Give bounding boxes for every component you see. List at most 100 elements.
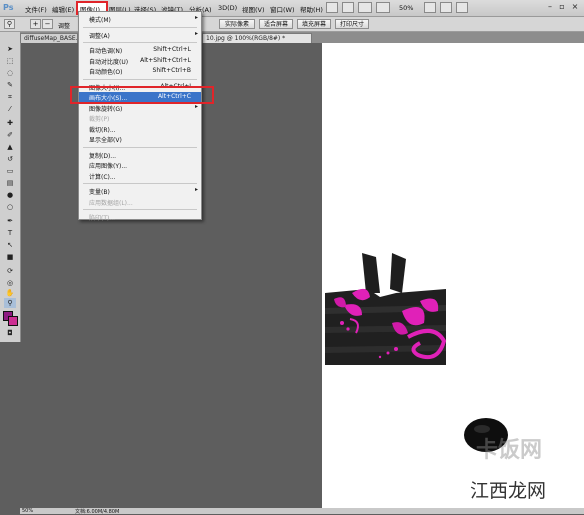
menu-separator — [83, 26, 197, 28]
image-menu-dropdown: 模式(M) ▸ 调整(A) ▸ 自动色调(N) Shift+Ctrl+L 自动对比度(U) A… — [78, 11, 202, 222]
3d-rotate-icon[interactable]: ⟳ — [4, 266, 16, 276]
brush-tool-icon[interactable]: ✐ — [4, 130, 16, 140]
actual-pixels-button[interactable]: 实际像素 — [219, 19, 255, 29]
resize-windows-label[interactable]: 调整 — [58, 21, 70, 30]
menu-file[interactable]: 文件(F) — [25, 4, 47, 14]
move-tool-icon[interactable]: ➤ — [4, 44, 16, 54]
menu-item-label: 变量(B) — [89, 189, 110, 196]
print-size-button[interactable]: 打印尺寸 — [335, 19, 369, 29]
menu-item-label: 应用数据组(L)... — [89, 199, 133, 207]
minimize-icon[interactable]: – — [545, 2, 555, 12]
blur-tool-icon[interactable]: ● — [4, 190, 16, 200]
zoom-out-icon[interactable]: − — [42, 19, 53, 29]
eyedropper-icon[interactable]: ⁄ — [4, 104, 16, 114]
crop-tool-icon[interactable]: ⌗ — [4, 92, 16, 102]
zoom-in-icon[interactable]: + — [30, 19, 41, 29]
fill-screen-button[interactable]: 填充屏幕 — [297, 19, 331, 29]
image-menu-item[interactable]: 裁切(R)... — [79, 124, 201, 134]
3d-orbit-icon[interactable]: ◎ — [4, 278, 16, 288]
dodge-tool-icon[interactable]: ○ — [4, 202, 16, 212]
image-menu-item[interactable]: 计算(C)... — [79, 171, 201, 181]
quick-select-icon[interactable]: ✎ — [4, 80, 16, 90]
tab-current-image[interactable]: 10.jpg @ 100%(RGB/8#) * — [202, 33, 312, 43]
close-icon[interactable]: × — [570, 2, 580, 12]
menu-item-label: 显示全部(V) — [89, 137, 122, 144]
menu-separator — [83, 146, 197, 148]
menu-item-label: 陷印(T)... — [89, 215, 116, 222]
image-menu-item[interactable]: 调整(A) ▸ — [79, 30, 201, 40]
hand-tool-button[interactable] — [424, 2, 436, 13]
shape-tool-icon[interactable]: ■ — [4, 252, 16, 262]
submenu-arrow-icon: ▸ — [194, 14, 198, 21]
menu-item-label: 复制(D)... — [89, 152, 117, 160]
image-menu-item[interactable]: 变量(B) ▸ — [79, 186, 201, 196]
canvas-size-highlight — [70, 86, 214, 104]
screen-mode-button[interactable] — [376, 2, 390, 13]
menu-item-label: 调整(A) — [89, 32, 110, 40]
bridge-button[interactable] — [326, 2, 338, 13]
arrange-button[interactable] — [358, 2, 372, 13]
image-menu-item[interactable]: 自动对比度(U) Alt+Shift+Ctrl+L — [79, 56, 201, 66]
image-menu-item[interactable]: 自动颜色(O) Shift+Ctrl+B — [79, 66, 201, 76]
rotate-view-button[interactable] — [456, 2, 468, 13]
menu-item-label: 裁剪(P) — [89, 116, 110, 123]
zoom-tool-icon[interactable]: ⚲ — [4, 19, 15, 29]
hand-tool-icon[interactable]: ✋ — [4, 288, 16, 298]
menu-item-label: 图像旋转(G) — [89, 105, 123, 113]
tab-diffusemap[interactable]: diffuseMap_BASE.d — [20, 33, 78, 43]
menu-3d[interactable]: 3D(D) — [218, 4, 237, 12]
zoom-level[interactable]: 50% — [399, 4, 413, 12]
toolbox: ➤ ⬚ ◌ ✎ ⌗ ⁄ ✚ ✐ ▲ ↺ ▭ ▤ ● ○ ✒ T ↖ ■ ⟳ ◎ … — [0, 32, 21, 342]
document-canvas[interactable] — [322, 43, 584, 509]
image-menu-item[interactable]: 显示全部(V) — [79, 134, 201, 144]
menu-item-shortcut: Alt+Shift+Ctrl+L — [140, 56, 191, 64]
image-menu-item[interactable]: 应用图像(Y)... — [79, 160, 201, 170]
shirt-texture-image — [325, 253, 447, 365]
menu-help[interactable]: 帮助(H) — [300, 4, 323, 14]
extras-button[interactable] — [342, 2, 354, 13]
menu-separator — [83, 209, 197, 210]
menu-item-shortcut: Shift+Ctrl+L — [153, 46, 191, 53]
image-menu-item[interactable]: 模式(M) ▸ — [79, 14, 201, 24]
menu-separator — [83, 42, 197, 43]
menu-item-label: 自动色调(N) — [89, 48, 123, 55]
healing-brush-icon[interactable]: ✚ — [4, 118, 16, 128]
restore-icon[interactable]: ▫ — [557, 2, 567, 12]
menu-item-label: 自动颜色(O) — [89, 69, 123, 76]
history-brush-icon[interactable]: ↺ — [4, 154, 16, 164]
photoshop-logo: Ps — [3, 3, 14, 12]
path-select-icon[interactable]: ↖ — [4, 240, 16, 250]
status-zoom[interactable]: 50% — [22, 508, 33, 514]
menu-view[interactable]: 视图(V) — [242, 4, 265, 14]
submenu-arrow-icon: ▸ — [194, 186, 198, 193]
zoom-tool-button[interactable] — [440, 2, 452, 13]
menu-item-label: 模式(M) — [89, 17, 111, 24]
image-menu-item: 应用数据组(L)... — [79, 197, 201, 207]
gradient-tool-icon[interactable]: ▤ — [4, 178, 16, 188]
quick-mask-icon[interactable]: ◘ — [4, 328, 16, 338]
menu-item-label: 应用图像(Y)... — [89, 163, 128, 170]
marquee-tool-icon[interactable]: ⬚ — [4, 56, 16, 66]
pen-tool-icon[interactable]: ✒ — [4, 216, 16, 226]
menu-item-label: 计算(C)... — [89, 173, 116, 181]
menu-item-shortcut: Shift+Ctrl+B — [152, 67, 191, 74]
image-menu-item: 陷印(T)... — [79, 212, 201, 222]
menu-separator — [83, 78, 197, 80]
watermark-logo: 江西龙网 — [470, 476, 547, 503]
status-bar: 50% 文档:6.00M/4.80M — [20, 508, 584, 515]
menu-separator — [83, 183, 197, 184]
background-color-swatch[interactable] — [8, 316, 18, 326]
zoom-tool-icon[interactable]: ⚲ — [4, 298, 16, 308]
lasso-tool-icon[interactable]: ◌ — [4, 68, 16, 78]
fit-screen-button[interactable]: 适合屏幕 — [259, 19, 293, 29]
image-menu-item: 裁剪(P) — [79, 113, 201, 123]
image-menu-item[interactable]: 复制(D)... — [79, 150, 201, 160]
image-menu-item[interactable]: 自动色调(N) Shift+Ctrl+L — [79, 45, 201, 55]
menu-edit[interactable]: 编辑(E) — [52, 4, 74, 14]
submenu-arrow-icon: ▸ — [194, 29, 198, 37]
eraser-icon[interactable]: ▭ — [4, 166, 16, 176]
clone-stamp-icon[interactable]: ▲ — [4, 142, 16, 152]
menu-window[interactable]: 窗口(W) — [270, 4, 295, 14]
type-tool-icon[interactable]: T — [4, 228, 16, 238]
image-menu-item[interactable]: 图像旋转(G) ▸ — [79, 103, 201, 113]
